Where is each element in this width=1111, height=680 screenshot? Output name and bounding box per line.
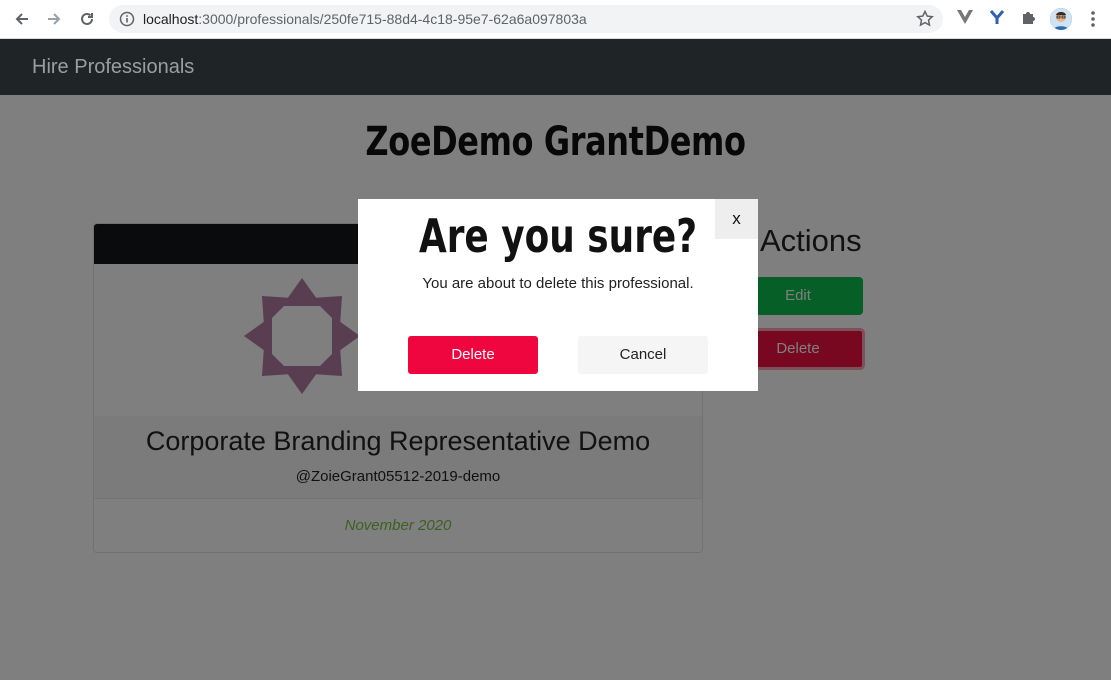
- arrow-left-icon: [15, 13, 28, 25]
- vue-extension-icon[interactable]: [955, 7, 975, 27]
- browser-toolbar: localhost:3000/professionals/250fe715-88…: [0, 0, 1111, 39]
- modal-title: Are you sure?: [418, 209, 698, 263]
- modal-message: You are about to delete this professiona…: [422, 275, 694, 292]
- profile-avatar[interactable]: [1050, 8, 1072, 30]
- modal-close-button[interactable]: x: [715, 199, 758, 239]
- cancel-button[interactable]: Cancel: [578, 336, 708, 374]
- forward-button[interactable]: [42, 7, 66, 31]
- confirm-delete-modal: x Are you sure? You are about to delete …: [358, 199, 758, 391]
- yoast-extension-icon[interactable]: [987, 7, 1007, 27]
- more-menu-icon[interactable]: [1086, 9, 1100, 29]
- back-button[interactable]: [10, 7, 34, 31]
- url-host: localhost: [143, 11, 199, 27]
- puzzle-extensions-icon[interactable]: [1019, 7, 1039, 27]
- url-text[interactable]: localhost:3000/professionals/250fe715-88…: [143, 11, 587, 27]
- confirm-delete-button[interactable]: Delete: [408, 336, 538, 374]
- info-icon[interactable]: [119, 11, 135, 27]
- arrow-right-icon: [48, 13, 61, 25]
- app-navbar: Hire Professionals: [0, 39, 1111, 95]
- reload-icon: [81, 12, 93, 25]
- brand-link[interactable]: Hire Professionals: [32, 56, 194, 79]
- url-path: :3000/professionals/250fe715-88d4-4c18-9…: [198, 11, 587, 27]
- reload-button[interactable]: [75, 7, 99, 31]
- bookmark-star-icon[interactable]: [915, 9, 935, 29]
- address-bar[interactable]: localhost:3000/professionals/250fe715-88…: [109, 5, 943, 33]
